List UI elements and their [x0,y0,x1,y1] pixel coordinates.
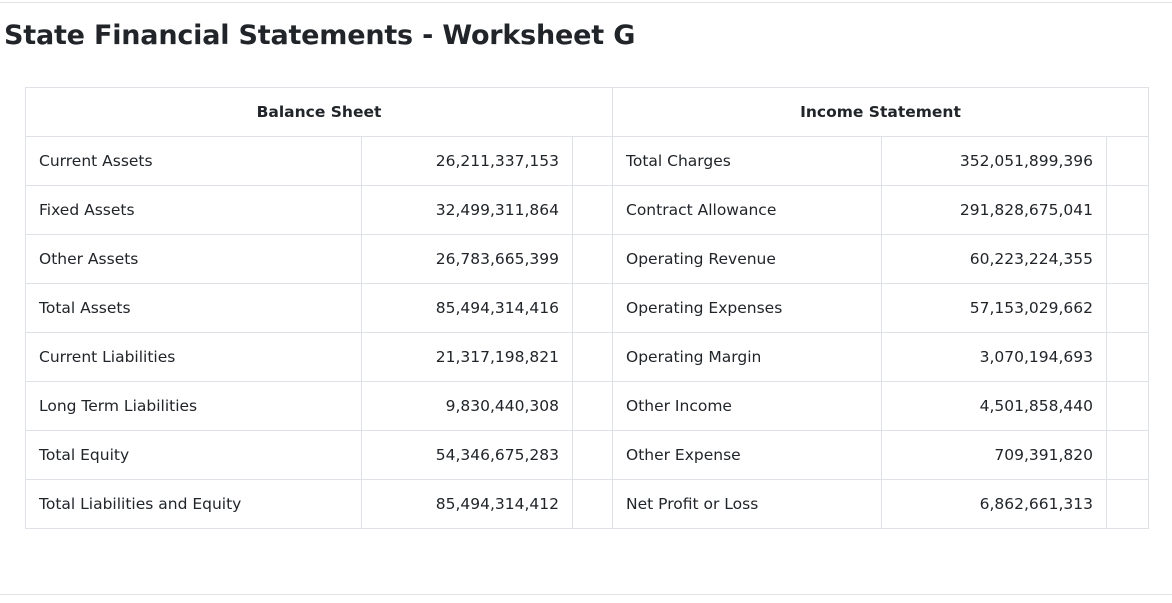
income-statement-value: 291,828,675,041 [881,185,1107,235]
income-statement-value: 4,501,858,440 [881,381,1107,431]
income-statement-value: 57,153,029,662 [881,283,1107,333]
spacer-cell [1106,479,1149,529]
balance-sheet-value: 21,317,198,821 [361,332,573,382]
balance-sheet-value: 9,830,440,308 [361,381,573,431]
spacer-cell [572,430,613,480]
spacer-cell [572,332,613,382]
table-row: Total Equity 54,346,675,283 Other Expens… [25,430,1149,480]
income-statement-label: Other Expense [612,430,882,480]
balance-sheet-value: 85,494,314,416 [361,283,573,333]
income-statement-value: 60,223,224,355 [881,234,1107,284]
income-statement-label: Total Charges [612,136,882,186]
spacer-cell [572,381,613,431]
balance-sheet-label: Current Assets [25,136,362,186]
spacer-cell [1106,332,1149,382]
income-statement-label: Other Income [612,381,882,431]
balance-sheet-label: Total Equity [25,430,362,480]
spacer-cell [1106,185,1149,235]
table-row: Current Assets 26,211,337,153 Total Char… [25,136,1149,186]
income-statement-value: 352,051,899,396 [881,136,1107,186]
income-statement-header: Income Statement [612,87,1149,137]
spacer-cell [572,136,613,186]
income-statement-label: Net Profit or Loss [612,479,882,529]
table-row: Other Assets 26,783,665,399 Operating Re… [25,234,1149,284]
balance-sheet-label: Total Assets [25,283,362,333]
balance-sheet-value: 32,499,311,864 [361,185,573,235]
income-statement-value: 6,862,661,313 [881,479,1107,529]
income-statement-label: Operating Margin [612,332,882,382]
spacer-cell [572,234,613,284]
spacer-cell [1106,136,1149,186]
top-divider [0,2,1172,3]
spacer-cell [572,185,613,235]
income-statement-label: Operating Expenses [612,283,882,333]
income-statement-value: 709,391,820 [881,430,1107,480]
table-row: Total Assets 85,494,314,416 Operating Ex… [25,283,1149,333]
table-row: Long Term Liabilities 9,830,440,308 Othe… [25,381,1149,431]
page-title: State Financial Statements - Worksheet G [4,20,636,51]
balance-sheet-label: Other Assets [25,234,362,284]
balance-sheet-value: 85,494,314,412 [361,479,573,529]
spacer-cell [1106,430,1149,480]
spacer-cell [572,479,613,529]
table-header-row: Balance Sheet Income Statement [25,87,1149,137]
balance-sheet-value: 54,346,675,283 [361,430,573,480]
spacer-cell [1106,283,1149,333]
balance-sheet-label: Long Term Liabilities [25,381,362,431]
table-row: Current Liabilities 21,317,198,821 Opera… [25,332,1149,382]
balance-sheet-value: 26,783,665,399 [361,234,573,284]
financial-statements-table: Balance Sheet Income Statement Current A… [25,87,1149,529]
income-statement-value: 3,070,194,693 [881,332,1107,382]
spacer-cell [1106,234,1149,284]
bottom-divider [0,594,1172,595]
income-statement-label: Operating Revenue [612,234,882,284]
balance-sheet-label: Fixed Assets [25,185,362,235]
balance-sheet-label: Total Liabilities and Equity [25,479,362,529]
balance-sheet-header: Balance Sheet [25,87,613,137]
table-row: Total Liabilities and Equity 85,494,314,… [25,479,1149,529]
spacer-cell [1106,381,1149,431]
income-statement-label: Contract Allowance [612,185,882,235]
balance-sheet-value: 26,211,337,153 [361,136,573,186]
spacer-cell [572,283,613,333]
balance-sheet-label: Current Liabilities [25,332,362,382]
table-row: Fixed Assets 32,499,311,864 Contract All… [25,185,1149,235]
